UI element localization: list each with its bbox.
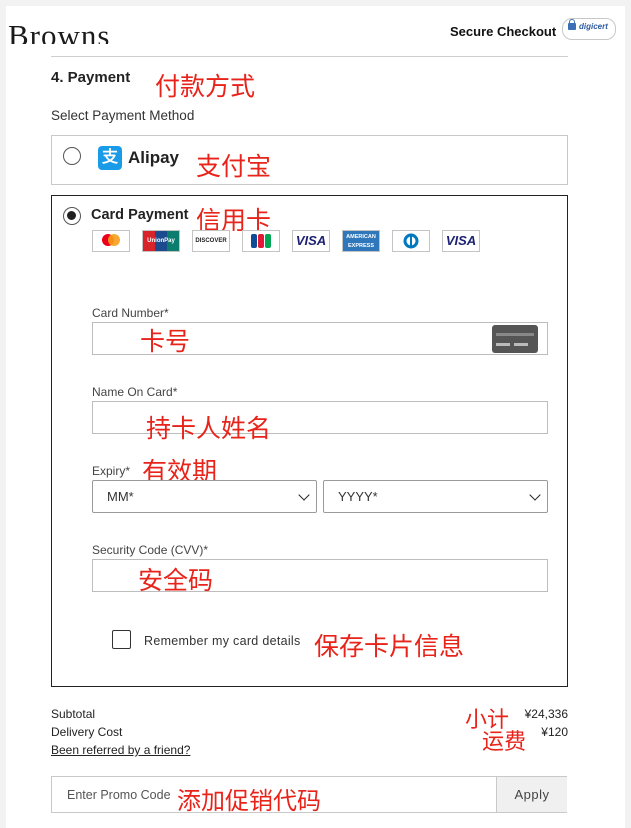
subtotal-label: Subtotal <box>51 707 96 721</box>
select-method-label: Select Payment Method <box>51 108 195 123</box>
annotation-promo: 添加促销代码 <box>177 787 321 815</box>
alipay-radio[interactable] <box>63 147 81 165</box>
card-radio[interactable] <box>63 207 81 225</box>
alipay-label: Alipay <box>128 148 180 167</box>
card-number-label: Card Number* <box>92 306 169 320</box>
expiry-year-value: YYYY* <box>338 489 378 504</box>
name-on-card-label: Name On Card* <box>92 385 178 399</box>
card-payment-label: Card Payment <box>91 207 189 223</box>
chevron-down-icon <box>298 489 310 501</box>
secure-checkout-label: Secure Checkout <box>450 24 557 39</box>
annotation-security-code: 安全码 <box>138 566 214 595</box>
payment-section-title: 4. Payment <box>51 69 131 86</box>
annotation-card-number: 卡号 <box>140 327 191 356</box>
annotation-payment: 付款方式 <box>155 72 256 101</box>
expiry-month-select[interactable]: MM* <box>92 480 317 513</box>
expiry-label: Expiry* <box>92 464 131 478</box>
remember-card-checkbox[interactable] <box>112 630 131 649</box>
unionpay-logo: UnionPay <box>142 230 180 252</box>
credit-card-icon <box>492 325 538 353</box>
annotation-alipay: 支付宝 <box>196 152 272 181</box>
alipay-icon: 支 <box>98 146 122 170</box>
digicert-text: digicert <box>579 22 608 31</box>
mastercard-logo <box>92 230 130 252</box>
delivery-label: Delivery Cost <box>51 725 123 739</box>
remember-card-label: Remember my card details <box>144 634 301 648</box>
security-code-label: Security Code (CVV)* <box>92 543 209 557</box>
payment-option-card <box>51 195 568 687</box>
jcb-logo <box>242 230 280 252</box>
visa-debit-logo: VISA <box>292 230 330 252</box>
expiry-year-select[interactable]: YYYY* <box>323 480 548 513</box>
promo-code-placeholder: Enter Promo Code <box>67 788 171 802</box>
header-divider <box>51 56 568 57</box>
referral-link[interactable]: Been referred by a friend? <box>51 743 190 757</box>
annotation-name: 持卡人姓名 <box>146 414 272 443</box>
visa-logo: VISA <box>442 230 480 252</box>
expiry-month-value: MM* <box>107 489 134 504</box>
subtotal-value: ¥24,336 <box>524 707 568 721</box>
lock-icon <box>568 19 576 30</box>
diners-logo <box>392 230 430 252</box>
discover-logo: DISCOVER <box>192 230 230 252</box>
delivery-value: ¥120 <box>541 725 568 739</box>
digicert-badge: digicert <box>562 18 616 40</box>
annotation-remember: 保存卡片信息 <box>314 632 465 661</box>
amex-logo: AMERICAN EXPRESS <box>342 230 380 252</box>
apply-button[interactable]: Apply <box>496 777 567 812</box>
browns-logo[interactable]: Browns <box>8 16 110 44</box>
chevron-down-icon <box>529 489 541 501</box>
